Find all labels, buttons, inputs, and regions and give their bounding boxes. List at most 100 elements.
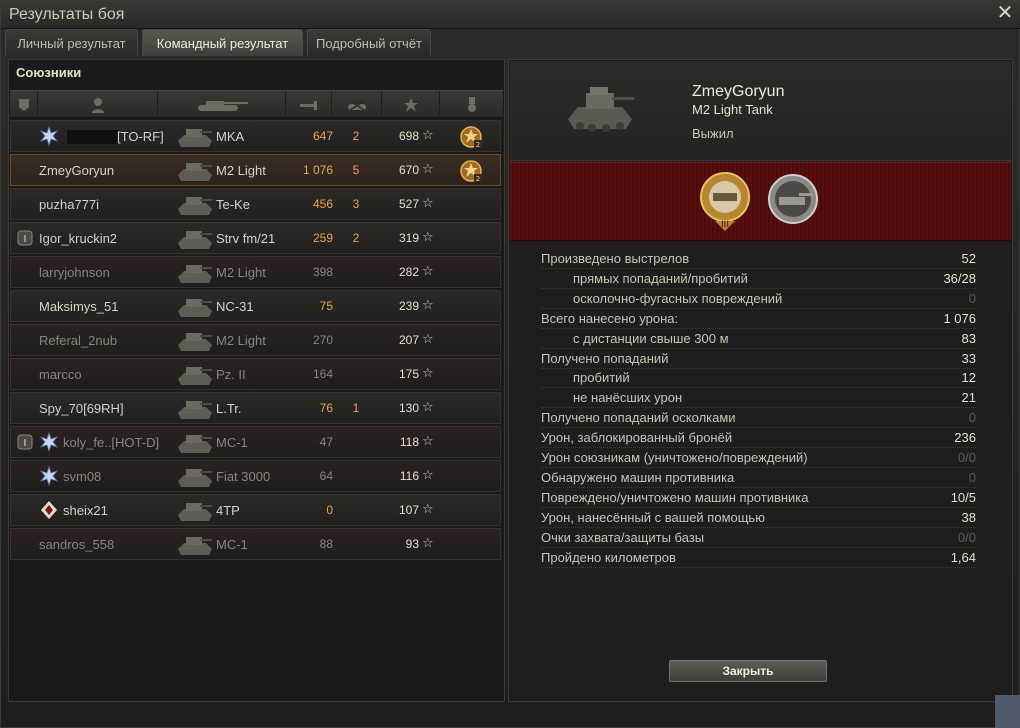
vehicle-name: MC-1 <box>216 537 248 552</box>
xp-value: 282 <box>398 265 419 279</box>
xp-value: 527 <box>398 197 419 211</box>
medal-icon[interactable] <box>440 91 503 119</box>
star-icon: ☆ <box>422 127 434 142</box>
tab-personal-result[interactable]: Личный результат <box>5 29 138 56</box>
stat-label: прямых попаданий/пробитий <box>573 270 748 286</box>
stat-value: 0/0 <box>957 450 976 465</box>
stat-row: пробитий 12 <box>541 369 976 389</box>
tank-expert-medal-icon[interactable] <box>765 171 821 231</box>
player-name: ZmeyGoryun <box>39 163 115 178</box>
redaction-mask <box>67 130 119 144</box>
table-row[interactable]: Maksimys_51 NC-31 75 239 ☆ <box>10 290 501 322</box>
table-row[interactable]: svm08 Fiat 3000 64 116 ☆ <box>10 460 501 492</box>
tank-icon <box>176 125 214 149</box>
star-icon: ☆ <box>422 195 434 210</box>
close-icon[interactable]: ✕ <box>995 3 1015 23</box>
stat-row: Урон, заблокированный бронёй 236 <box>541 429 976 449</box>
player-icon[interactable] <box>38 91 158 119</box>
vehicle-name: MKA <box>216 129 245 144</box>
stat-row: Получено попаданий осколками 0 <box>541 409 976 429</box>
damage-value: 47 <box>319 435 333 449</box>
xp-star-icon[interactable] <box>382 91 440 119</box>
table-row[interactable]: Ikoly_fe..[HOT-D] MC-1 47 118 ☆ <box>10 426 501 458</box>
xp-value: 175 <box>398 367 419 381</box>
tank-icon[interactable] <box>158 91 286 119</box>
title-bar: Результаты боя ✕ <box>1 1 1020 29</box>
player-name: Referal_2nub <box>39 333 118 348</box>
player-name: Maksimys_51 <box>39 299 119 314</box>
stat-label: Получено попаданий <box>541 350 669 366</box>
star-icon: ☆ <box>422 399 434 414</box>
tank-icon <box>176 533 214 557</box>
xp-value: 130 <box>398 401 419 415</box>
table-row[interactable]: larryjohnson M2 Light 398 282 ☆ <box>10 256 501 288</box>
star-icon: ☆ <box>422 263 434 278</box>
vehicle-name: M2 Light <box>216 265 266 280</box>
player-name: ZmeyGoryun <box>692 83 785 100</box>
star-badge-icon <box>39 465 59 487</box>
ace-tanker-medal-icon[interactable]: III <box>697 169 753 233</box>
damage-icon[interactable] <box>286 91 332 119</box>
tank-icon <box>176 227 214 251</box>
table-row[interactable]: Referal_2nub M2 Light 270 207 ☆ <box>10 324 501 356</box>
player-name: [TO-RF] <box>117 129 164 144</box>
vehicle-name: NC-31 <box>216 299 254 314</box>
table-row[interactable]: puzha777i Te-Ke 456 3 527 ☆ <box>10 188 501 220</box>
table-row[interactable]: marcco Pz. II 164 175 ☆ <box>10 358 501 390</box>
table-row[interactable]: I Igor_kruckin2 Strv fm/21 259 2 319 ☆ <box>10 222 501 254</box>
stat-value: 10/5 <box>950 489 976 505</box>
table-row[interactable]: sheix21 4TP 0 107 ☆ <box>10 494 501 526</box>
player-name: larryjohnson <box>39 265 110 280</box>
kills-value: 2 <box>352 129 360 143</box>
stat-value: 0 <box>968 469 976 485</box>
stat-row: Обнаружено машин противника 0 <box>541 469 976 488</box>
damage-value: 259 <box>312 231 333 245</box>
stat-label: Всего нанесено урона: <box>541 310 679 326</box>
table-row[interactable]: sandros_558 MC-1 88 93 ☆ <box>10 528 501 560</box>
kills-value: 3 <box>352 197 360 211</box>
survival-status: Выжил <box>692 126 734 141</box>
damage-value: 270 <box>312 333 333 347</box>
kills-icon[interactable] <box>332 91 382 119</box>
stat-label: Очки захвата/защиты базы <box>541 529 705 545</box>
player-name: marcco <box>39 367 82 382</box>
svg-text:III: III <box>721 220 729 230</box>
stat-row: Произведено выстрелов 52 <box>541 250 976 269</box>
tank-portrait-icon <box>568 87 634 132</box>
tab-team-result[interactable]: Командный результат <box>142 29 303 56</box>
star-icon: ☆ <box>422 501 434 516</box>
stat-value: 0 <box>968 290 976 306</box>
medal-icon[interactable]: 2 <box>459 159 483 183</box>
medal-icon[interactable]: 2 <box>459 125 483 149</box>
platoon-icon[interactable] <box>10 91 38 119</box>
xp-value: 118 <box>399 435 419 449</box>
stat-row: с дистанции свыше 300 м 83 <box>541 330 976 349</box>
xp-value: 207 <box>398 333 419 347</box>
xp-value: 116 <box>399 469 419 483</box>
table-row[interactable]: Spy_70[69RH] L.Tr. 76 1 130 ☆ <box>10 392 501 424</box>
player-name: sandros_558 <box>39 537 115 552</box>
xp-value: 239 <box>398 299 419 313</box>
tank-icon <box>176 431 214 455</box>
stat-value: 1,64 <box>950 549 976 565</box>
stat-value: 33 <box>961 350 976 366</box>
stat-row: Урон союзникам (уничтожено/повреждений) 0… <box>541 449 976 468</box>
star-icon: ☆ <box>422 297 434 312</box>
player-name: sheix21 <box>63 503 108 518</box>
stat-value: 236 <box>954 430 976 446</box>
table-row[interactable]: ZmeyGoryun M2 Light 1 076 5 670 ☆ 2 <box>10 154 501 186</box>
close-button[interactable]: Закрыть <box>669 660 827 682</box>
tank-icon <box>176 159 214 183</box>
svg-text:2: 2 <box>476 141 480 149</box>
star-badge-icon <box>39 125 59 147</box>
xp-value: 670 <box>398 163 419 177</box>
table-row[interactable]: [TO-RF] MKA 647 2 698 ☆ 2 <box>10 120 501 152</box>
tab-detailed-report[interactable]: Подробный отчёт <box>307 29 431 56</box>
stat-label: Обнаружено машин противника <box>541 469 735 485</box>
star-icon: ☆ <box>422 535 434 550</box>
tank-icon <box>176 295 214 319</box>
stat-row: Получено попаданий 33 <box>541 350 976 369</box>
damage-value: 76 <box>319 401 333 415</box>
xp-value: 319 <box>398 231 419 245</box>
player-name: Spy_70[69RH] <box>39 401 124 416</box>
